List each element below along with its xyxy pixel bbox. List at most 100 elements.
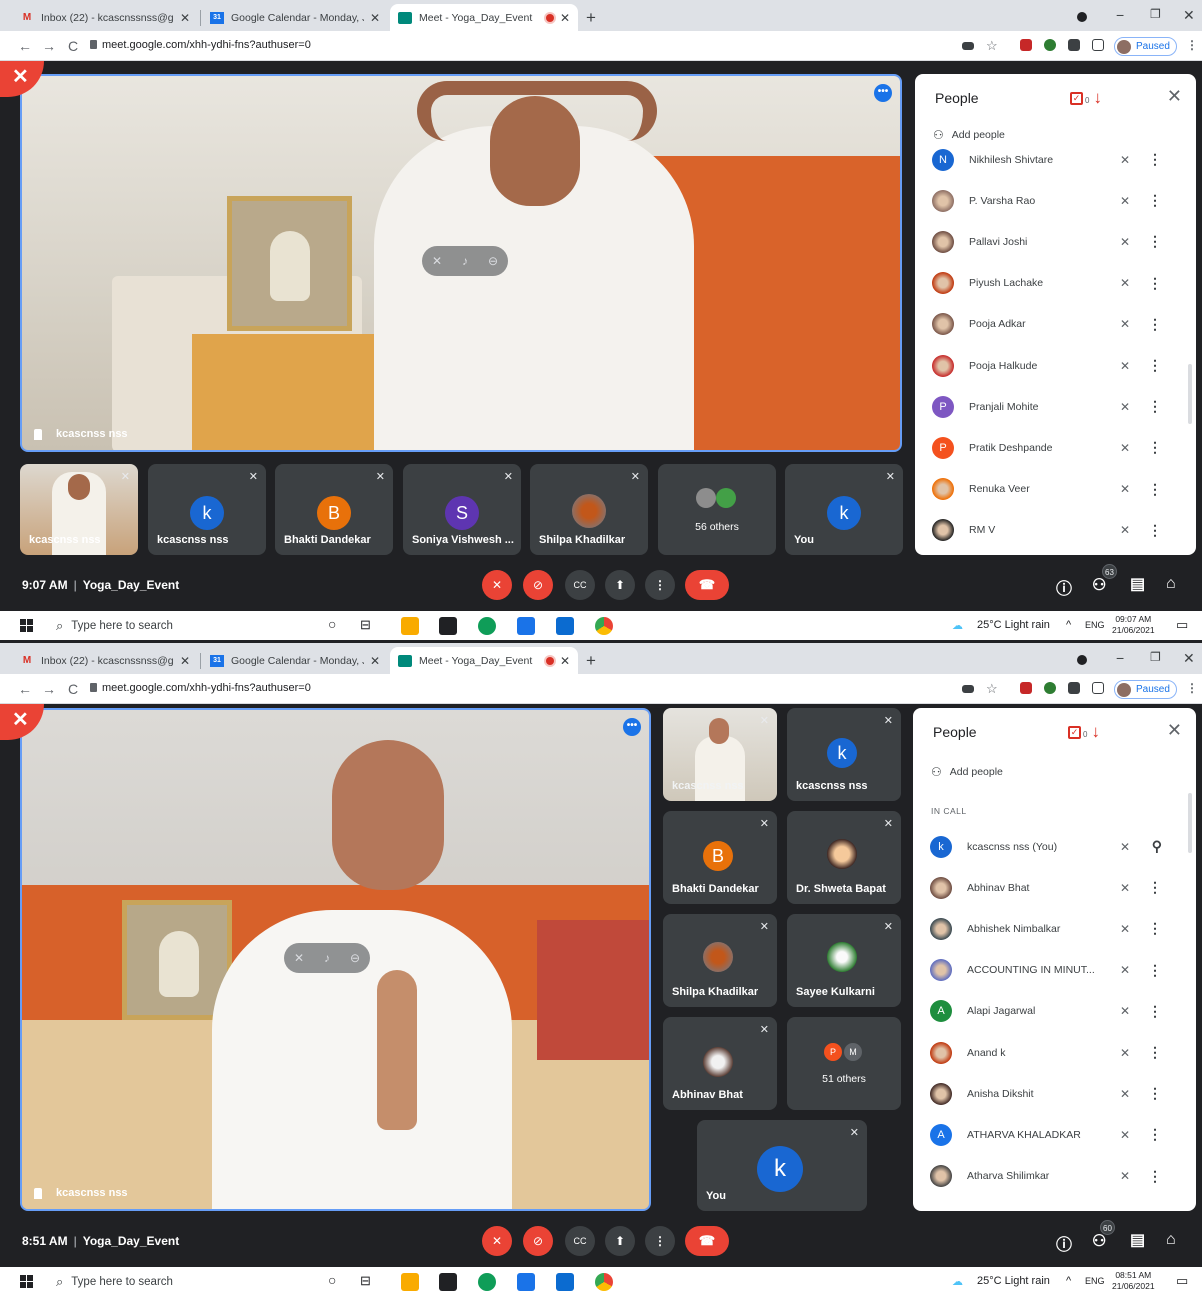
puzzle-icon[interactable]	[1068, 39, 1080, 51]
mute-icon[interactable]: ✕	[432, 254, 442, 268]
people-icon[interactable]: ⚇	[1092, 575, 1106, 595]
mute-icon[interactable]: ✕	[294, 951, 304, 965]
self-tile[interactable]: k ✕ You	[785, 464, 903, 555]
back-icon[interactable]: ←	[18, 681, 32, 697]
participant-tile[interactable]: ✕ Shilpa Khadilkar	[530, 464, 648, 555]
extension-icon[interactable]	[1044, 39, 1056, 51]
participant-row[interactable]: Pallavi Joshi ✕ ⋮	[915, 221, 1196, 262]
more-options-icon[interactable]: ⋮	[1148, 481, 1162, 498]
more-options-icon[interactable]: ⋮	[1148, 439, 1162, 456]
pin-icon[interactable]	[34, 1187, 42, 1199]
participant-row[interactable]: RM V ✕ ⋮	[915, 510, 1196, 551]
clock[interactable]: 09:07 AM 21/06/2021	[1112, 614, 1155, 636]
pin-icon[interactable]	[34, 428, 42, 440]
participant-tile[interactable]: ✕ kcascnss nss	[20, 464, 138, 555]
menu-icon[interactable]: ⋮	[1186, 38, 1198, 52]
more-options-icon[interactable]: ⋮	[1148, 275, 1162, 292]
clock[interactable]: 08:51 AM 21/06/2021	[1112, 1270, 1155, 1292]
more-options-icon[interactable]: ⋮	[1148, 1003, 1162, 1020]
language-indicator[interactable]: ENG	[1085, 1276, 1105, 1286]
close-tab-icon[interactable]: ✕	[370, 11, 380, 25]
chrome-icon[interactable]	[595, 617, 613, 635]
store-icon[interactable]	[439, 1273, 457, 1291]
activities-icon[interactable]: ⌂	[1166, 575, 1176, 593]
mail-icon[interactable]	[556, 1273, 574, 1291]
chat-icon[interactable]: ▤	[1130, 574, 1145, 594]
star-icon[interactable]: ☆	[986, 38, 998, 54]
close-tab-icon[interactable]: ✕	[370, 654, 380, 668]
minimize-icon[interactable]: −	[1116, 650, 1124, 666]
puzzle-icon[interactable]	[1068, 682, 1080, 694]
more-options-icon[interactable]: ⋮	[1148, 151, 1162, 168]
participant-row[interactable]: Pooja Adkar ✕ ⋮	[915, 304, 1196, 345]
menu-icon[interactable]: ⋮	[1186, 681, 1198, 695]
weather-text[interactable]: 25°C Light rain	[977, 1275, 1050, 1287]
notifications-icon[interactable]: ▭	[1176, 1273, 1188, 1289]
participant-row[interactable]: A Alapi Jagarwal ✕ ⋮	[913, 991, 1196, 1032]
notifications-icon[interactable]: ▭	[1176, 617, 1188, 633]
more-options-icon[interactable]: ⋮	[1148, 962, 1162, 979]
participant-tile[interactable]: ✕ kcascnss nss	[663, 708, 777, 801]
end-call-icon[interactable]: ☎	[685, 570, 729, 600]
word-icon[interactable]	[517, 617, 535, 635]
present-icon[interactable]: ⬆	[605, 570, 635, 600]
others-tile[interactable]: 56 others	[658, 464, 776, 555]
more-icon[interactable]: ⋮	[645, 1226, 675, 1256]
participant-tile[interactable]: ✕ Shilpa Khadilkar	[663, 914, 777, 1007]
forward-icon[interactable]: →	[42, 38, 56, 54]
extension-icon[interactable]	[1044, 682, 1056, 694]
edge-icon[interactable]	[478, 617, 496, 635]
add-people-button[interactable]: ⚇ Add people	[931, 765, 1003, 779]
present-icon[interactable]: ⬆	[605, 1226, 635, 1256]
new-tab-icon[interactable]: +	[586, 651, 596, 671]
profile-dot-icon[interactable]	[1077, 12, 1087, 22]
mail-icon[interactable]	[556, 617, 574, 635]
maximize-icon[interactable]: ❐	[1150, 650, 1161, 664]
task-view-icon[interactable]: ⊟	[360, 1273, 371, 1289]
profile-dot-icon[interactable]	[1077, 655, 1087, 665]
taskbar-search[interactable]: ⌕ Type here to search	[50, 611, 312, 640]
tray-chevron-icon[interactable]: ^	[1066, 619, 1071, 631]
more-options-icon[interactable]: ⋮	[1148, 398, 1162, 415]
mic-off-icon[interactable]: ✕	[482, 570, 512, 600]
tab-gmail[interactable]: M Inbox (22) - kcascnssnss@gmail. ✕	[12, 4, 198, 31]
close-tab-icon[interactable]: ✕	[180, 11, 190, 25]
more-options-icon[interactable]: ⋮	[1148, 357, 1162, 374]
participant-row[interactable]: Anand k ✕ ⋮	[913, 1032, 1196, 1073]
new-tab-icon[interactable]: +	[586, 8, 596, 28]
url-input[interactable]: meet.google.com/xhh-ydhi-fns?authuser=0	[102, 39, 311, 51]
file-explorer-icon[interactable]	[401, 1273, 419, 1291]
close-tab-icon[interactable]: ✕	[560, 654, 570, 668]
participant-row[interactable]: Piyush Lachake ✕ ⋮	[915, 263, 1196, 304]
info-icon[interactable]: ⓘ	[1056, 1231, 1072, 1255]
url-input[interactable]: meet.google.com/xhh-ydhi-fns?authuser=0	[102, 682, 311, 694]
close-panel-icon[interactable]: ✕	[1167, 720, 1182, 741]
cast-icon[interactable]	[1092, 682, 1104, 694]
info-icon[interactable]: ⓘ	[1056, 575, 1072, 599]
more-options-icon[interactable]: ⋮	[1148, 192, 1162, 209]
camera-icon[interactable]	[962, 42, 974, 50]
mic-off-icon[interactable]: ✕	[482, 1226, 512, 1256]
participant-row[interactable]: P Pratik Deshpande ✕ ⋮	[915, 427, 1196, 468]
participant-row[interactable]: Renuka Veer ✕ ⋮	[915, 469, 1196, 510]
chat-icon[interactable]: ▤	[1130, 1230, 1145, 1250]
mic-icon[interactable]: ♪	[462, 254, 468, 268]
close-tab-icon[interactable]: ✕	[560, 11, 570, 25]
mic-icon[interactable]: ♪	[324, 951, 330, 965]
remove-icon[interactable]: ⊖	[488, 254, 498, 268]
file-explorer-icon[interactable]	[401, 617, 419, 635]
remove-icon[interactable]: ⊖	[350, 951, 360, 965]
close-panel-icon[interactable]: ✕	[1167, 86, 1182, 107]
tab-calendar[interactable]: 31 Google Calendar - Monday, June ✕	[202, 647, 388, 674]
more-options-icon[interactable]: •••	[874, 84, 892, 102]
more-options-icon[interactable]: ⋮	[1148, 1126, 1162, 1143]
language-indicator[interactable]: ENG	[1085, 620, 1105, 630]
chrome-icon[interactable]	[595, 1273, 613, 1291]
participant-tile[interactable]: k ✕ kcascnss nss	[787, 708, 901, 801]
participant-tile[interactable]: B ✕ Bhakti Dandekar	[275, 464, 393, 555]
cortana-icon[interactable]: ○	[328, 1272, 336, 1288]
back-icon[interactable]: ←	[18, 38, 32, 54]
more-icon[interactable]: ⋮	[645, 570, 675, 600]
participant-tile[interactable]: B ✕ Bhakti Dandekar	[663, 811, 777, 904]
more-options-icon[interactable]: ⋮	[1148, 233, 1162, 250]
